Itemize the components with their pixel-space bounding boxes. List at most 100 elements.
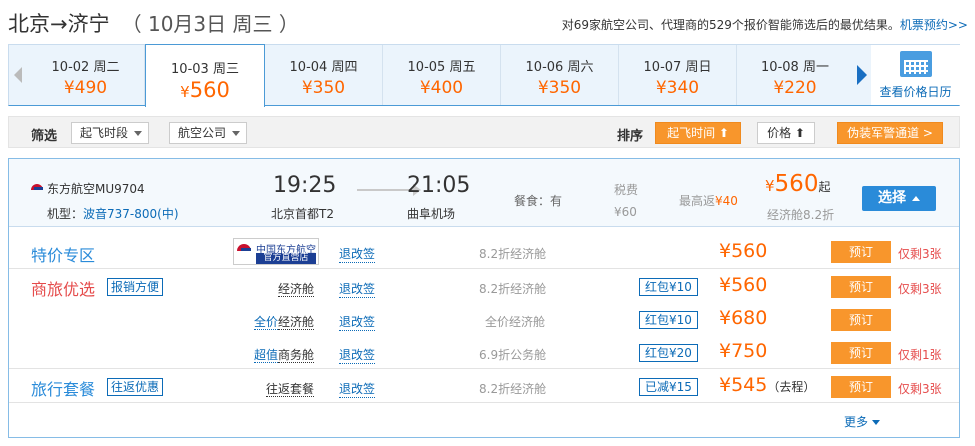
fare-row-package: 旅行套餐 往返优惠 往返套餐 退改签 8.2折经济舱 已减¥15 ¥545（去程…	[9, 370, 959, 403]
next-dates-arrow-icon[interactable]	[855, 61, 869, 89]
page-title: 北京→济宁 （ 10月3日 周三 ）	[8, 8, 299, 38]
china-eastern-logo-icon	[237, 242, 255, 252]
row-price: ¥560	[719, 274, 768, 296]
fare-class: 6.9折公务舱	[479, 348, 547, 362]
date-price: ¥350	[301, 78, 346, 98]
date-tab-1008[interactable]: 10-08 周一 ¥220	[737, 45, 853, 105]
red-packet-badge: 红包¥10	[639, 278, 698, 296]
filter-label: 筛选	[31, 129, 58, 144]
airline-flight-no: 东方航空MU9704	[47, 182, 145, 196]
arrival-airport: 曲阜机场	[407, 207, 456, 221]
row-price: ¥545（去程）	[719, 374, 816, 396]
choose-button[interactable]: 选择	[862, 186, 936, 211]
lowest-price: ¥560起	[765, 171, 831, 197]
section-tag-business: 商旅优选	[31, 280, 96, 299]
reservation-link[interactable]: 机票预约>>	[900, 18, 968, 32]
china-eastern-logo-icon	[31, 182, 45, 192]
search-summary: 对69家航空公司、代理商的529个报价智能筛选后的最优结果。机票预约>>	[562, 16, 968, 33]
more-fares-link[interactable]: 更多	[844, 413, 880, 430]
date-price: ¥220	[773, 78, 817, 98]
date-price: ¥400	[419, 78, 464, 98]
refund-rules-link[interactable]: 退改签	[339, 245, 376, 263]
date-tab-1007[interactable]: 10-07 周日 ¥340	[619, 45, 737, 105]
refund-rules-link[interactable]: 退改签	[339, 380, 376, 398]
date-tab-1005[interactable]: 10-05 周五 ¥400	[383, 45, 501, 105]
takeoff-time-select[interactable]: 起飞时段	[71, 122, 149, 144]
sort-label: 排序	[617, 129, 644, 144]
aircraft-model-link[interactable]: 波音737-800(中)	[83, 207, 179, 221]
official-store-badge[interactable]: 中国东方航空 官方直营店	[233, 238, 319, 265]
prev-dates-arrow-icon[interactable]	[12, 61, 26, 89]
tax-value: ¥60	[614, 205, 637, 219]
sort-price-button[interactable]: 价格 ⬆	[757, 122, 815, 144]
date-price: ¥490	[63, 78, 108, 98]
date-label: 10-03 周三	[171, 62, 239, 77]
red-packet-badge: 红包¥10	[639, 311, 698, 329]
sort-takeoff-button[interactable]: 起飞时间 ⬆	[655, 122, 741, 144]
date-label: 10-05 周五	[407, 60, 476, 75]
section-tag-package: 旅行套餐	[31, 380, 96, 399]
round-trip-badge: 往返优惠	[107, 378, 164, 396]
date-tab-1006[interactable]: 10-06 周六 ¥350	[501, 45, 619, 105]
price-calendar-button[interactable]: 查看价格日历	[871, 45, 960, 105]
date-tab-1002[interactable]: 10-02 周二 ¥490	[27, 45, 145, 105]
row-price: ¥680	[719, 307, 768, 329]
date-price: ¥340	[655, 78, 700, 98]
tax-label: 税费	[614, 183, 639, 197]
calendar-icon	[899, 51, 932, 77]
date-price: ¥560	[180, 78, 230, 102]
date-text: （ 10月3日 周三 ）	[121, 12, 299, 36]
fare-row-business-economy: 商旅优选 报销方便 经济舱 退改签 8.2折经济舱 红包¥10 ¥560 预订 …	[9, 270, 959, 303]
date-label: 10-07 周日	[643, 60, 712, 75]
summary-text: 对69家航空公司、代理商的529个报价智能筛选后的最优结果。	[561, 18, 900, 32]
red-packet-badge: 红包¥20	[639, 344, 698, 362]
cabin-type: 经济舱	[277, 282, 314, 297]
fare-class: 8.2折经济舱	[479, 282, 547, 296]
page-header: 北京→济宁 （ 10月3日 周三 ） 对69家航空公司、代理商的529个报价智能筛…	[8, 6, 968, 38]
book-button[interactable]: 预订	[831, 309, 891, 331]
fare-class: 8.2折经济舱	[479, 247, 547, 261]
price-calendar-label: 查看价格日历	[879, 85, 952, 99]
cabin-type: 全价经济舱	[253, 315, 314, 330]
aircraft-model: 机型：波音737-800(中)	[47, 207, 179, 221]
seats-left: 仅剩3张	[898, 247, 942, 261]
date-label: 10-04 周四	[289, 60, 358, 75]
fraud-channel-button[interactable]: 伪装军警通道 >	[837, 122, 943, 144]
departure-time: 19:25	[273, 173, 337, 198]
date-label: 10-06 周六	[525, 60, 594, 75]
book-button[interactable]: 预订	[831, 276, 891, 298]
fare-class: 全价经济舱	[485, 315, 546, 329]
max-rebate: 最高返¥40	[679, 194, 738, 208]
date-price: ¥350	[537, 78, 582, 98]
filter-bar: 筛选 起飞时段 航空公司 排序 起飞时间 ⬆ 价格 ⬆ 伪装军警通道 >	[8, 116, 960, 148]
reimbursement-badge: 报销方便	[107, 278, 164, 296]
book-button[interactable]: 预订	[831, 342, 891, 364]
fare-class: 8.2折经济舱	[479, 382, 547, 396]
flight-summary: 东方航空MU9704 机型：波音737-800(中) 19:25 北京首都T2 …	[9, 159, 959, 227]
discount-info: 经济舱8.2折	[767, 208, 835, 222]
date-label: 10-08 周一	[761, 60, 829, 75]
discount-badge: 已减¥15	[639, 378, 698, 396]
route-text: 北京→济宁	[8, 12, 110, 36]
flight-card: 东方航空MU9704 机型：波音737-800(中) 19:25 北京首都T2 …	[8, 158, 960, 438]
book-button[interactable]: 预订	[831, 241, 891, 263]
refund-rules-link[interactable]: 退改签	[339, 313, 376, 331]
refund-rules-link[interactable]: 退改签	[339, 280, 376, 298]
cabin-type: 超值商务舱	[253, 348, 314, 363]
fare-row-full-economy: 全价经济舱 退改签 全价经济舱 红包¥10 ¥680 预订	[9, 303, 959, 336]
fare-row-special: 特价专区 中国东方航空 官方直营店 退改签 8.2折经济舱 ¥560 预订 仅剩…	[9, 236, 959, 269]
meal-info: 餐食：有	[514, 194, 563, 208]
refund-rules-link[interactable]: 退改签	[339, 346, 376, 364]
section-tag-special: 特价专区	[31, 246, 96, 265]
airline-select[interactable]: 航空公司	[169, 122, 247, 144]
arrival-time: 21:05	[407, 173, 471, 198]
date-tab-1003-selected[interactable]: 10-03 周三 ¥560	[145, 44, 265, 107]
departure-airport: 北京首都T2	[271, 207, 334, 221]
date-strip: 10-02 周二 ¥490 10-03 周三 ¥560 10-04 周四 ¥35…	[8, 44, 960, 107]
book-button[interactable]: 预订	[831, 376, 891, 398]
row-price: ¥560	[719, 240, 768, 262]
date-tab-1004[interactable]: 10-04 周四 ¥350	[265, 45, 383, 105]
fare-row-business-class: 超值商务舱 退改签 6.9折公务舱 红包¥20 ¥750 预订 仅剩1张	[9, 336, 959, 369]
seats-left: 仅剩1张	[898, 348, 942, 362]
row-price: ¥750	[719, 340, 768, 362]
